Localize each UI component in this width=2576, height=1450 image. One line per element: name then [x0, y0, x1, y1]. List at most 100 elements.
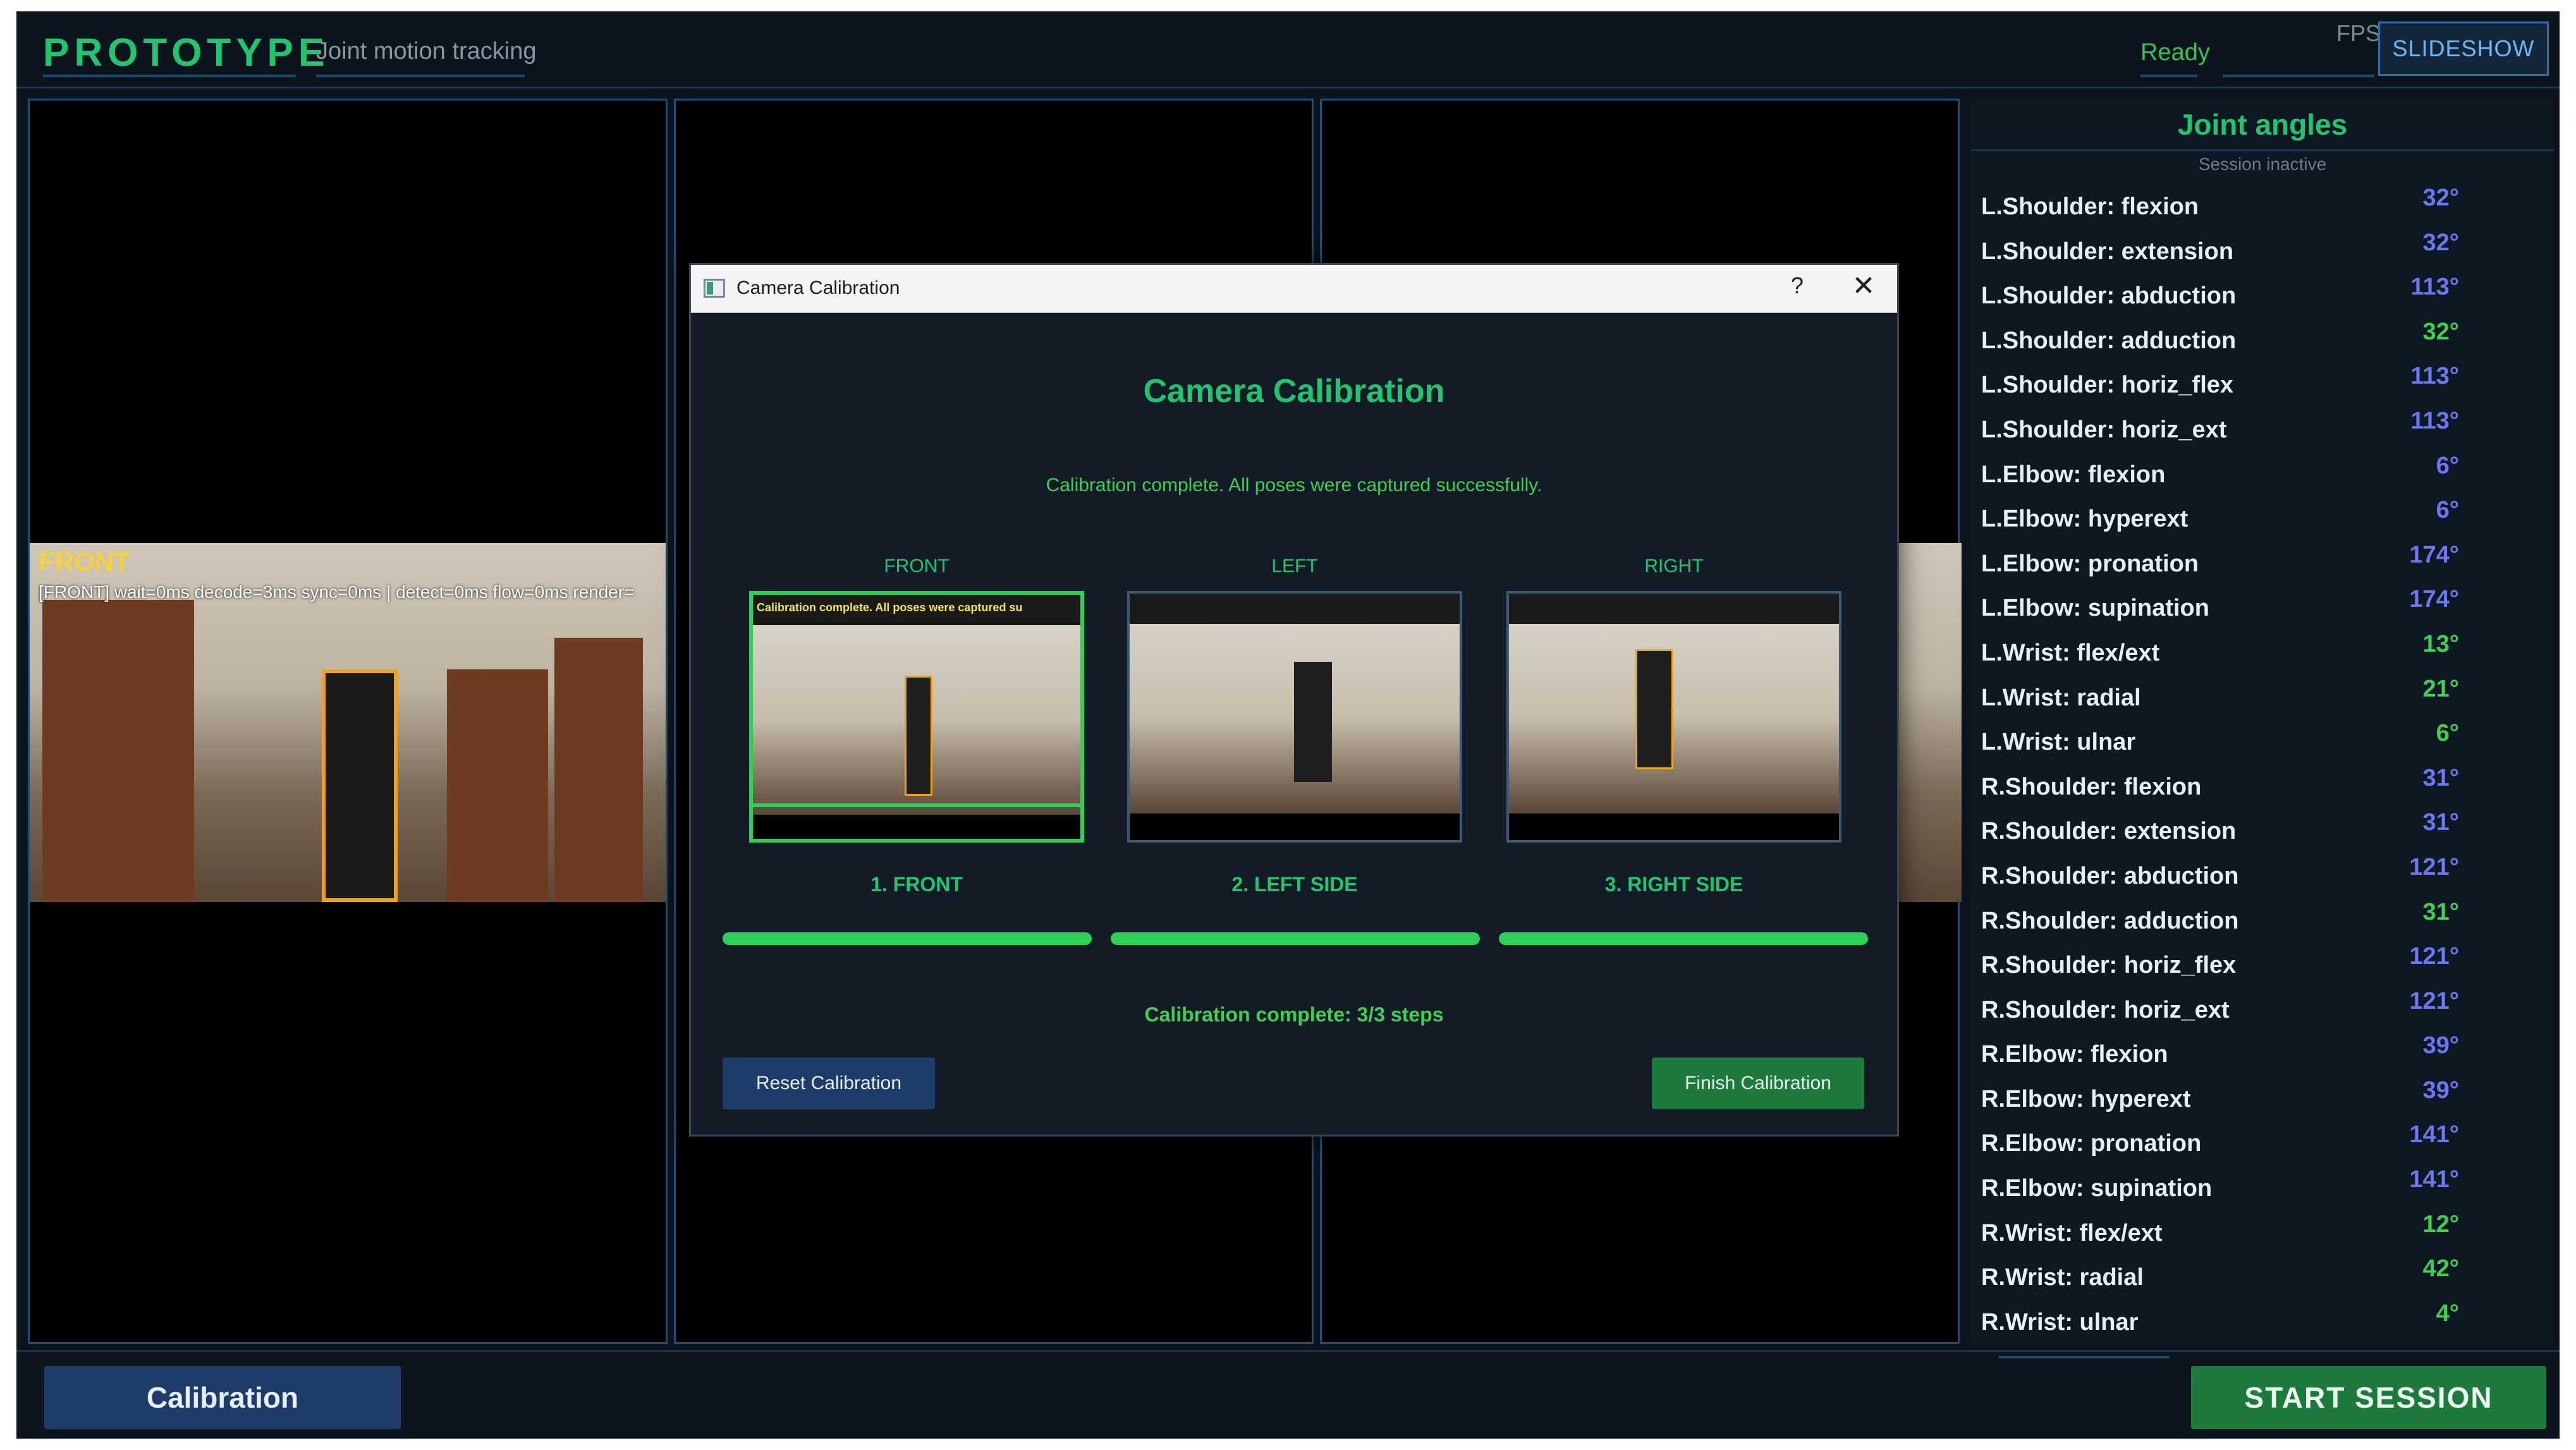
joint-angle-value: 32° — [2422, 229, 2459, 256]
thumbnail-person — [1635, 649, 1673, 769]
joint-angle-row: L.Elbow: pronation 174° — [1971, 542, 2554, 587]
reset-calibration-button[interactable]: Reset Calibration — [723, 1057, 935, 1109]
joint-angle-row: L.Shoulder: horiz_ext 113° — [1971, 408, 2554, 453]
joint-angle-value: 31° — [2422, 809, 2459, 836]
joint-angles-panel: Joint angles Session inactive L.Shoulder… — [1971, 99, 2554, 1344]
fps-underline — [2223, 75, 2374, 77]
joint-angle-name: L.Shoulder: adduction — [1981, 327, 2237, 354]
joint-angle-name: R.Shoulder: horiz_ext — [1981, 996, 2230, 1023]
joint-angle-value: 121° — [2409, 987, 2459, 1014]
dialog-window-title: Camera Calibration — [736, 277, 900, 298]
joint-angle-row: L.Shoulder: flexion 32° — [1971, 185, 2554, 229]
camera-stats-front: [FRONT] wait=0ms decode=3ms sync=0ms | d… — [39, 582, 635, 602]
pose-thumbnail-right[interactable] — [1506, 591, 1841, 843]
pose-thumbnail-left[interactable] — [1127, 591, 1462, 843]
joint-angle-row: R.Wrist: radial 42° — [1971, 1255, 2554, 1300]
joint-angle-name: L.Shoulder: horiz_flex — [1981, 372, 2234, 399]
joint-angle-value: 39° — [2422, 1032, 2459, 1059]
app-brand: PROTOTYPE — [43, 31, 330, 75]
thumbnail-overlay-bar — [1509, 594, 1839, 624]
pose-thumbnail-front[interactable]: Calibration complete. All poses were cap… — [749, 591, 1084, 843]
thumbnail-guide-line — [753, 803, 1080, 807]
help-icon[interactable]: ? — [1785, 272, 1810, 299]
joint-angle-name: R.Wrist: ulnar — [1981, 1308, 2139, 1336]
app-subtitle: Joint motion tracking — [316, 38, 537, 64]
joint-angle-name: L.Wrist: flex/ext — [1981, 639, 2160, 666]
joint-angle-value: 6° — [2436, 720, 2459, 747]
joint-angle-name: L.Elbow: flexion — [1981, 461, 2166, 488]
calibration-button[interactable]: Calibration — [44, 1366, 401, 1429]
cabinet-shape — [42, 600, 194, 902]
joint-angle-name: R.Wrist: flex/ext — [1981, 1219, 2163, 1246]
joint-angle-row: R.Elbow: supination 141° — [1971, 1166, 2554, 1211]
calibration-summary: Calibration complete: 3/3 steps — [1144, 1003, 1444, 1026]
slideshow-button[interactable]: SLIDESHOW — [2378, 21, 2549, 76]
status-underline — [2140, 75, 2197, 77]
joint-angle-value: 6° — [2436, 497, 2459, 524]
joint-angle-name: R.Shoulder: flexion — [1981, 773, 2202, 800]
joint-angle-row: L.Wrist: flex/ext 13° — [1971, 631, 2554, 676]
joint-angle-value: 32° — [2422, 185, 2459, 211]
joint-angle-name: R.Shoulder: adduction — [1981, 907, 2239, 934]
finish-calibration-button[interactable]: Finish Calibration — [1652, 1057, 1864, 1109]
wardrobe-shape — [447, 669, 548, 902]
person-skeleton — [322, 669, 398, 902]
joint-angle-name: L.Shoulder: extension — [1981, 238, 2234, 265]
dialog-heading: Camera Calibration — [1143, 373, 1445, 410]
thumbnail-overlay-bar: Calibration complete. All poses were cap… — [753, 595, 1080, 625]
joint-angle-name: R.Elbow: flexion — [1981, 1041, 2168, 1068]
joint-angle-value: 42° — [2422, 1255, 2459, 1282]
camera-panel-front: FRONT [FRONT] wait=0ms decode=3ms sync=0… — [28, 99, 668, 1344]
joint-angle-value: 174° — [2409, 541, 2459, 568]
bottom-bar: Calibration START SESSION — [16, 1350, 2560, 1439]
pose-label: RIGHT — [1644, 556, 1704, 576]
thumbnail-person — [1294, 662, 1332, 782]
joint-angle-name: L.Elbow: pronation — [1981, 550, 2199, 577]
dialog-titlebar[interactable]: Camera Calibration ? ✕ — [691, 265, 1897, 313]
joint-angle-value: 141° — [2409, 1166, 2459, 1193]
joint-angle-name: L.Elbow: supination — [1981, 595, 2209, 622]
joint-angle-row: R.Shoulder: adduction 31° — [1971, 899, 2554, 944]
door-shape — [554, 638, 643, 902]
progress-bar-right — [1499, 932, 1868, 945]
joint-angle-name: R.Shoulder: horiz_flex — [1981, 952, 2237, 979]
dialog-message: Calibration complete. All poses were cap… — [1046, 475, 1542, 496]
close-icon[interactable]: ✕ — [1848, 270, 1879, 302]
joint-angle-row: L.Wrist: ulnar 6° — [1971, 720, 2554, 765]
joint-angle-row: L.Shoulder: abduction 113° — [1971, 274, 2554, 319]
joint-angle-value: 174° — [2409, 586, 2459, 613]
progress-bar-left — [1111, 932, 1480, 945]
camera-label-front: FRONT — [39, 547, 130, 576]
joint-angle-row: L.Shoulder: adduction 32° — [1971, 319, 2554, 363]
thumbnail-overlay-bar — [1130, 594, 1460, 624]
joint-angle-name: L.Wrist: radial — [1981, 684, 2141, 711]
camera-feed-right-edge — [1891, 543, 1962, 902]
joint-angle-value: 21° — [2422, 675, 2459, 702]
joint-angle-value: 141° — [2409, 1121, 2459, 1148]
joint-angle-value: 31° — [2422, 898, 2459, 925]
joint-angle-row: R.Elbow: pronation 141° — [1971, 1121, 2554, 1166]
pose-label: LEFT — [1271, 556, 1318, 576]
header: PROTOTYPE Joint motion tracking Ready FP… — [16, 11, 2560, 88]
joint-angle-name: R.Elbow: hyperext — [1981, 1085, 2191, 1112]
joint-angle-row: L.Elbow: supination 174° — [1971, 586, 2554, 631]
start-session-button[interactable]: START SESSION — [2191, 1366, 2546, 1429]
pose-column-front: FRONT Calibration complete. All poses we… — [749, 556, 1084, 896]
joint-angle-row: R.Wrist: flex/ext 12° — [1971, 1211, 2554, 1256]
angles-divider — [1971, 149, 2554, 151]
joint-angle-value: 32° — [2422, 318, 2459, 345]
joint-angle-name: R.Shoulder: abduction — [1981, 862, 2239, 889]
bottom-underline — [1999, 1356, 2170, 1358]
joint-angle-value: 39° — [2422, 1076, 2459, 1104]
joint-angle-row: R.Shoulder: flexion 31° — [1971, 765, 2554, 810]
joint-angle-row: L.Elbow: flexion 6° — [1971, 453, 2554, 497]
thumbnail-image — [1509, 624, 1839, 813]
joint-angle-row: R.Shoulder: extension 31° — [1971, 809, 2554, 854]
pose-column-right: RIGHT 3. RIGHT SIDE — [1506, 556, 1841, 896]
pose-column-left: LEFT 2. LEFT SIDE — [1127, 556, 1462, 896]
calibration-dialog: Camera Calibration ? ✕ Camera Calibratio… — [689, 263, 1899, 1136]
joint-angle-row: L.Shoulder: extension 32° — [1971, 229, 2554, 274]
brand-underline — [43, 75, 296, 77]
joint-angle-value: 113° — [2410, 407, 2459, 434]
joint-angle-row: L.Wrist: radial 21° — [1971, 676, 2554, 721]
